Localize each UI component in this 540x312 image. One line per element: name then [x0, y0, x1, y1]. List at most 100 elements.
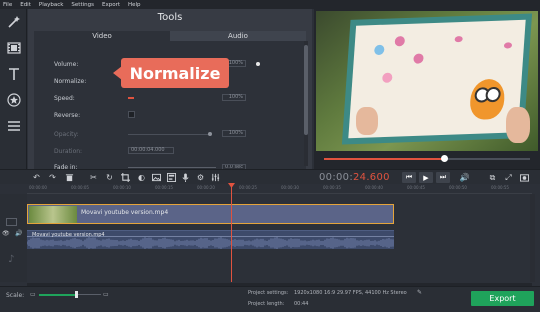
- zoom-out-icon[interactable]: ▭: [30, 291, 36, 298]
- ruler-tick: 00:00:55: [491, 185, 509, 190]
- delete-icon[interactable]: [64, 172, 75, 183]
- audio-clip[interactable]: Movavi youtube version.mp4: [27, 230, 394, 249]
- volume-icon[interactable]: 🔊: [459, 172, 470, 183]
- fade-in-slider[interactable]: [128, 167, 216, 168]
- next-frame-button[interactable]: ⏭: [436, 172, 450, 183]
- duration-label: Duration:: [54, 148, 83, 155]
- video-clip-thumbnail: [29, 206, 77, 223]
- tools-scrollbar[interactable]: [304, 41, 308, 166]
- project-length-value: 00:44: [294, 301, 309, 307]
- normalize-label: Normalize:: [54, 78, 87, 85]
- left-toolbar: [0, 9, 27, 169]
- zoom-in-icon[interactable]: ▭: [103, 291, 109, 298]
- duration-value[interactable]: 00:00:04.000: [128, 147, 174, 154]
- opacity-value[interactable]: 100%: [222, 130, 246, 137]
- star-icon[interactable]: [5, 91, 22, 108]
- menu-file[interactable]: File: [3, 2, 12, 8]
- menu-playback[interactable]: Playback: [39, 2, 64, 8]
- settings-gear-icon[interactable]: ⚙: [195, 172, 206, 183]
- ruler-tick: 00:00:50: [449, 185, 467, 190]
- text-icon[interactable]: [5, 65, 22, 82]
- editing-toolbar: ↶ ↷ ✂ ↻ ◐ ⚙ 00:00:24.600 ⏮ ▶ ⏭ 🔊 ⧉ ⤢: [0, 169, 540, 184]
- speed-value[interactable]: 100%: [222, 94, 246, 101]
- ruler-tick: 00:00:45: [407, 185, 425, 190]
- edit-settings-pencil-icon[interactable]: ✎: [417, 289, 422, 296]
- tools-title: Tools: [157, 12, 183, 23]
- preview-video-frame: [316, 11, 538, 151]
- ruler-tick: 00:00:25: [239, 185, 257, 190]
- bottom-bar: Scale: ▭ ▭ Project settings: 1920x1080 1…: [0, 286, 540, 312]
- speed-slider[interactable]: [128, 97, 134, 99]
- opacity-knob[interactable]: [208, 132, 212, 136]
- video-track-icon: [6, 218, 17, 226]
- menu-bar: File Edit Playback Settings Export Help: [0, 0, 540, 9]
- ruler-tick: 00:00:00: [29, 185, 47, 190]
- ruler-tick: 00:00:10: [113, 185, 131, 190]
- timeline-ruler[interactable]: 00:00:00 00:00:05 00:00:10 00:00:15 00:0…: [27, 184, 532, 194]
- opacity-slider[interactable]: [128, 134, 210, 135]
- previous-frame-button[interactable]: ⏮: [402, 172, 416, 183]
- preview-panel: [314, 9, 540, 169]
- ruler-tick: 00:00:40: [365, 185, 383, 190]
- ruler-tick: 00:00:15: [155, 185, 173, 190]
- cut-icon[interactable]: ✂: [88, 172, 99, 183]
- menu-settings[interactable]: Settings: [71, 2, 94, 8]
- ruler-tick: 00:00:30: [281, 185, 299, 190]
- tools-panel: Tools Video Audio Volume: 100% Normalize…: [28, 9, 312, 169]
- track-mute-icon[interactable]: 🔊: [15, 230, 22, 237]
- magic-wand-icon[interactable]: [5, 13, 22, 30]
- menu-export[interactable]: Export: [102, 2, 120, 8]
- play-button[interactable]: ▶: [419, 172, 433, 183]
- undo-icon[interactable]: ↶: [31, 172, 42, 183]
- snapshot-icon[interactable]: [519, 172, 530, 183]
- timeline-vertical-scrollbar[interactable]: [530, 194, 535, 282]
- redo-icon[interactable]: ↷: [47, 172, 58, 183]
- menu-edit[interactable]: Edit: [20, 2, 31, 8]
- tools-scrollbar-thumb[interactable]: [304, 45, 308, 135]
- list-icon[interactable]: [5, 117, 22, 134]
- project-length-label: Project length:: [248, 301, 285, 307]
- export-button[interactable]: Export: [471, 291, 534, 306]
- tab-video[interactable]: Video: [34, 31, 170, 41]
- film-icon[interactable]: [5, 39, 22, 56]
- image-icon[interactable]: [151, 172, 162, 183]
- normalize-callout: Normalize: [121, 58, 229, 88]
- project-settings-label: Project settings:: [248, 290, 289, 296]
- scale-slider-knob[interactable]: [75, 291, 78, 298]
- timecode-display: 00:00:24.600: [319, 172, 390, 183]
- rotate-icon[interactable]: ↻: [104, 172, 115, 183]
- tools-tabs: Video Audio: [34, 31, 306, 41]
- scale-label: Scale:: [6, 292, 25, 299]
- ruler-tick: 00:00:35: [323, 185, 341, 190]
- track-visibility-icon[interactable]: 👁: [2, 230, 10, 237]
- music-track-icon: ♪: [8, 254, 15, 265]
- clip-properties-icon[interactable]: [166, 172, 177, 183]
- playhead[interactable]: [231, 184, 232, 282]
- microphone-icon[interactable]: [180, 172, 191, 183]
- preview-seek-fill: [324, 158, 444, 160]
- project-settings-value: 1920x1080 16:9 29.97 FPS, 44100 Hz Stere…: [294, 290, 407, 296]
- detach-preview-icon[interactable]: ⧉: [487, 172, 498, 183]
- timecode-value: 24.600: [353, 172, 390, 183]
- ruler-tick: 00:00:05: [71, 185, 89, 190]
- volume-label: Volume:: [54, 61, 79, 68]
- timecode-prefix: 00:00:: [319, 172, 353, 183]
- track-headers: 👁 🔊 ♪: [0, 194, 27, 282]
- speed-label: Speed:: [54, 95, 75, 102]
- fullscreen-icon[interactable]: ⤢: [503, 172, 514, 183]
- menu-help[interactable]: Help: [128, 2, 141, 8]
- reverse-label: Reverse:: [54, 112, 81, 119]
- audio-clip-title: Movavi youtube version.mp4: [32, 232, 105, 238]
- timeline: 👁 🔊 ♪ Movavi youtube version.mp4 Movavi …: [0, 183, 540, 282]
- color-adjust-icon[interactable]: ◐: [136, 172, 147, 183]
- preview-seek-knob[interactable]: [441, 155, 448, 162]
- crop-icon[interactable]: [120, 172, 131, 183]
- video-clip[interactable]: Movavi youtube version.mp4: [27, 204, 394, 224]
- volume-end-knob[interactable]: [256, 62, 260, 66]
- equalizer-icon[interactable]: [210, 172, 221, 183]
- video-clip-title: Movavi youtube version.mp4: [81, 209, 169, 216]
- reverse-checkbox[interactable]: ✓: [128, 111, 135, 118]
- opacity-label: Opacity:: [54, 131, 79, 138]
- tab-audio[interactable]: Audio: [170, 31, 306, 41]
- ruler-tick: 00:00:20: [197, 185, 215, 190]
